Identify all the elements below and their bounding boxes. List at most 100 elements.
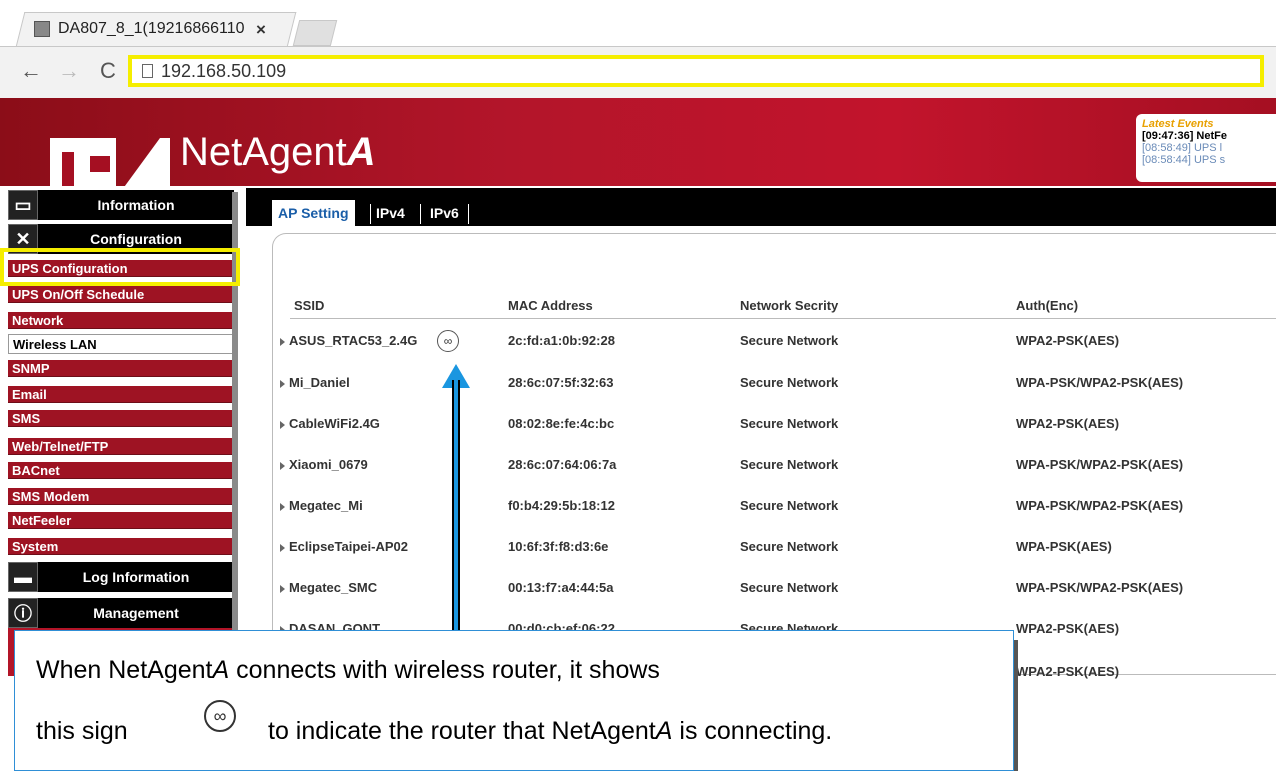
events-title: Latest Events [1142,118,1214,130]
security-cell: Secure Network [740,457,839,472]
close-tab-icon[interactable]: × [256,20,266,40]
sidebar-item-system[interactable]: System [8,538,234,555]
sidebar-section-information[interactable]: ▭ Information [8,190,234,220]
ssid-cell: Xiaomi_0679 [280,457,368,472]
tab-ipv6[interactable]: IPv6 [424,200,465,226]
link-icon: ∞ [204,700,236,732]
sidebar-item-email[interactable]: Email [8,386,234,403]
brand-name: NetAgentA [180,130,376,175]
browser-tab-title: DA807_8_1(19216866110 [58,20,245,37]
reload-icon[interactable]: C [100,58,116,84]
ssid-cell: Mi_Daniel [280,375,350,390]
sidebar-item-bacnet[interactable]: BACnet [8,462,234,479]
auth-cell: WPA-PSK/WPA2-PSK(AES) [1016,580,1184,595]
callout-text: connects with wireless router, it shows [229,656,660,684]
new-tab-button[interactable] [292,20,338,46]
callout-text: When NetAgent [36,656,213,684]
auth-cell: WPA2-PSK(AES) [1016,333,1120,348]
tab-divider [420,204,421,224]
tab-ap-setting[interactable]: AP Setting [272,200,355,226]
event-item: [08:58:49] UPS l [1142,142,1223,154]
mac-cell: 10:6f:3f:f8:d3:6e [508,539,609,554]
column-header-ssid: SSID [294,298,325,313]
auth-cell: WPA-PSK/WPA2-PSK(AES) [1016,375,1184,390]
folder-icon: ▬ [8,562,38,592]
callout-text: is connecting. [672,717,833,745]
ssid-text: CableWiFi2.4G [289,416,380,431]
netagent-logo-icon [50,138,170,190]
mac-cell: 08:02:8e:fe:4c:bc [508,416,615,431]
security-cell: Secure Network [740,375,839,390]
ssid-cell: EclipseTaipei-AP02 [280,539,408,554]
callout-line-2a: this sign [36,717,128,745]
sidebar-item-network[interactable]: Network [8,312,234,329]
callout-line-2b: to indicate the router that NetAgentA is… [268,717,832,746]
ssid-text: EclipseTaipei-AP02 [289,539,408,554]
latest-events-panel[interactable]: Latest Events [09:47:36] NetFe [08:58:49… [1136,114,1276,182]
expand-arrow-icon [280,379,285,388]
ssid-cell: Megatec_Mi [280,498,363,513]
brand-mid: Agent [242,130,347,174]
security-cell: Secure Network [740,498,839,513]
expand-arrow-icon [280,420,285,429]
auth-cell: WPA-PSK/WPA2-PSK(AES) [1016,457,1184,472]
expand-arrow-icon [280,584,285,593]
page-favicon-icon [34,21,50,37]
security-cell: Secure Network [740,416,839,431]
callout-text-italic: A [655,717,673,745]
sidebar-item-snmp[interactable]: SNMP [8,360,234,377]
callout-shadow [1014,640,1018,771]
tab-ipv4[interactable]: IPv4 [370,200,411,226]
sidebar-item-wireless-lan[interactable]: Wireless LAN [8,334,234,354]
monitor-icon: ▭ [8,190,38,220]
column-header-mac: MAC Address [508,298,593,313]
security-cell: Secure Network [740,539,839,554]
back-icon[interactable]: ← [20,58,42,84]
auth-cell: WPA2-PSK(AES) [1016,664,1120,679]
event-item: [09:47:36] NetFe [1142,130,1227,142]
mac-cell: 28:6c:07:64:06:7a [508,457,617,472]
sidebar-item-ups-schedule[interactable]: UPS On/Off Schedule [8,286,234,303]
security-cell: Secure Network [740,580,839,595]
mac-cell: f0:b4:29:5b:18:12 [508,498,615,513]
mac-cell: 2c:fd:a1:0b:92:28 [508,333,615,348]
sidebar-item-netfeeler[interactable]: NetFeeler [8,512,234,529]
expand-arrow-icon [280,337,285,346]
brand-prefix: Net [180,130,243,174]
table-header-divider [290,318,1276,319]
callout-text-italic: A [212,656,230,684]
mac-cell: 00:13:f7:a4:44:5a [508,580,614,595]
callout-line-1: When NetAgentA connects with wireless ro… [36,656,660,685]
sidebar-item-sms[interactable]: SMS [8,410,234,427]
ssid-cell: Megatec_SMC [280,580,377,595]
callout-box [14,630,1014,771]
ssid-text: Xiaomi_0679 [289,457,368,472]
address-bar[interactable]: 192.168.50.109 [128,55,1264,87]
callout-text: to indicate the router that NetAgent [268,717,656,745]
highlight-ups-configuration [0,248,240,286]
expand-arrow-icon [280,461,285,470]
expand-arrow-icon [280,502,285,511]
ssid-text: Mi_Daniel [289,375,350,390]
ssid-text: Megatec_SMC [289,580,378,595]
ssid-cell: ASUS_RTAC53_2.4G [280,333,417,348]
auth-cell: WPA-PSK/WPA2-PSK(AES) [1016,498,1184,513]
brand-suffix: A [346,130,376,174]
sidebar-section-management[interactable]: ⓘ Management [8,598,234,628]
section-label: Information [97,197,175,213]
browser-tab-label-wrap: DA807_8_1(19216866110 [34,20,245,38]
sidebar-item-sms-modem[interactable]: SMS Modem [8,488,234,505]
tab-divider [468,204,469,224]
column-header-auth: Auth(Enc) [1016,298,1079,313]
sidebar-item-web-telnet-ftp[interactable]: Web/Telnet/FTP [8,438,234,455]
section-label: Log Information [82,569,190,585]
security-cell: Secure Network [740,333,839,348]
ssid-text: Megatec_Mi [289,498,363,513]
sidebar-section-log[interactable]: ▬ Log Information [8,562,234,592]
info-icon: ⓘ [8,598,38,628]
ssid-text: ASUS_RTAC53_2.4G [289,333,418,348]
expand-arrow-icon [280,543,285,552]
ssid-cell: CableWiFi2.4G [280,416,380,431]
forward-icon[interactable]: → [58,58,80,84]
link-icon: ∞ [437,330,459,352]
